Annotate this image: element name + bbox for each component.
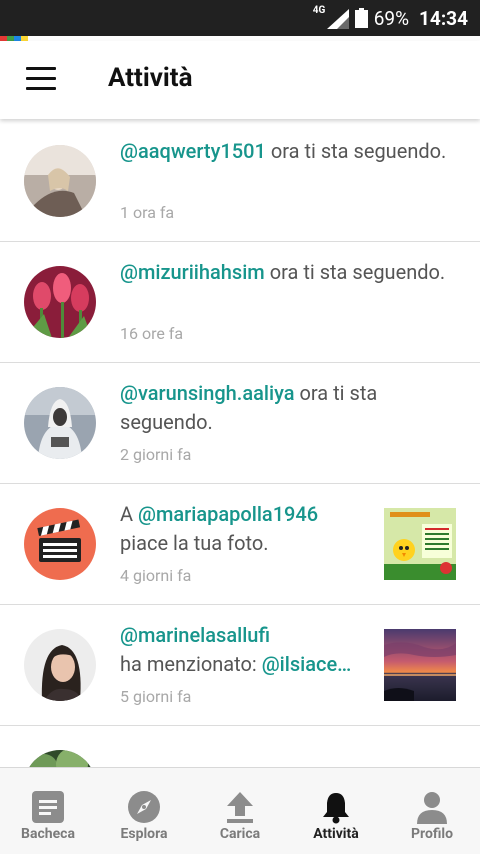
battery-percent: 69% <box>373 6 410 30</box>
avatar[interactable] <box>24 145 96 217</box>
activity-item[interactable]: @varunsingh.aaliya ora ti sta seguendo. … <box>0 363 480 484</box>
status-time: 14:34 <box>419 6 468 30</box>
network-type: 4G <box>312 5 326 16</box>
activity-feed[interactable]: @aaqwerty1501 ora ti sta seguendo. 1 ora… <box>0 121 480 767</box>
nav-profilo[interactable]: Profilo <box>384 768 480 854</box>
activity-item[interactable]: A @mariapapolla1946 piace la tua foto. 4… <box>0 484 480 605</box>
nav-label: Profilo <box>411 826 453 842</box>
activity-time: 4 giorni fa <box>120 566 192 585</box>
status-bar: 4G 69% 14:34 <box>0 0 480 36</box>
activity-text: @aaqwerty1501 ora ti sta seguendo. <box>120 139 447 163</box>
photo-thumbnail[interactable] <box>384 508 456 580</box>
upload-icon <box>227 792 253 823</box>
activity-item[interactable] <box>0 726 480 767</box>
activity-time: 16 ore fa <box>120 324 184 343</box>
nav-label: Attività <box>313 826 359 842</box>
person-icon <box>417 792 447 824</box>
activity-text: A @mariapapolla1946 piace la tua foto. <box>120 502 319 555</box>
user-handle-link[interactable]: @mariapapolla1946 <box>138 502 318 526</box>
activity-text: @mizuriihahsim ora ti sta seguendo. <box>120 260 446 284</box>
nav-label: Esplora <box>120 826 168 842</box>
avatar[interactable] <box>24 629 96 701</box>
activity-item[interactable]: @marinelasallufi ha menzionato: @ilsiace… <box>0 605 480 726</box>
activity-time: 1 ora fa <box>120 203 175 222</box>
clapperboard-avatar[interactable] <box>24 508 96 580</box>
cell-signal-icon: 4G <box>312 5 349 29</box>
activity-text: @marinelasallufi ha menzionato: @ilsiace… <box>120 623 352 676</box>
hamburger-menu-icon[interactable] <box>26 67 56 91</box>
photo-thumbnail[interactable] <box>384 629 456 701</box>
user-handle-link[interactable]: @marinelasallufi <box>120 623 270 647</box>
activity-item[interactable]: @aaqwerty1501 ora ti sta seguendo. 1 ora… <box>0 121 480 242</box>
nav-attivita[interactable]: Attività <box>288 768 384 854</box>
avatar[interactable] <box>24 266 96 338</box>
page-title: Attività <box>108 63 193 93</box>
nav-bacheca[interactable]: Bacheca <box>0 768 96 854</box>
avatar[interactable] <box>24 387 96 459</box>
nav-label: Carica <box>219 826 261 842</box>
activity-time: 2 giorni fa <box>120 445 192 464</box>
activity-text: @varunsingh.aaliya ora ti sta seguendo. <box>120 381 378 434</box>
user-handle-link[interactable]: @varunsingh.aaliya <box>120 381 295 405</box>
bell-icon <box>323 793 349 824</box>
user-handle-link[interactable]: @mizuriihahsim <box>120 260 265 284</box>
nav-carica[interactable]: Carica <box>192 768 288 854</box>
mention-link[interactable]: @ilsiace… <box>262 652 352 676</box>
avatar[interactable] <box>24 750 96 767</box>
activity-item[interactable]: @mizuriihahsim ora ti sta seguendo. 16 o… <box>0 242 480 363</box>
battery-icon <box>354 8 368 28</box>
nav-esplora[interactable]: Esplora <box>96 768 192 854</box>
nav-label: Bacheca <box>21 826 75 842</box>
app-bar: Attività <box>0 41 480 119</box>
bottom-navigation: Bacheca Esplora Carica Attività Profilo <box>0 767 480 854</box>
activity-time: 5 giorni fa <box>120 687 192 706</box>
board-icon <box>32 791 64 823</box>
user-handle-link[interactable]: @aaqwerty1501 <box>120 139 266 163</box>
compass-icon <box>128 791 160 823</box>
